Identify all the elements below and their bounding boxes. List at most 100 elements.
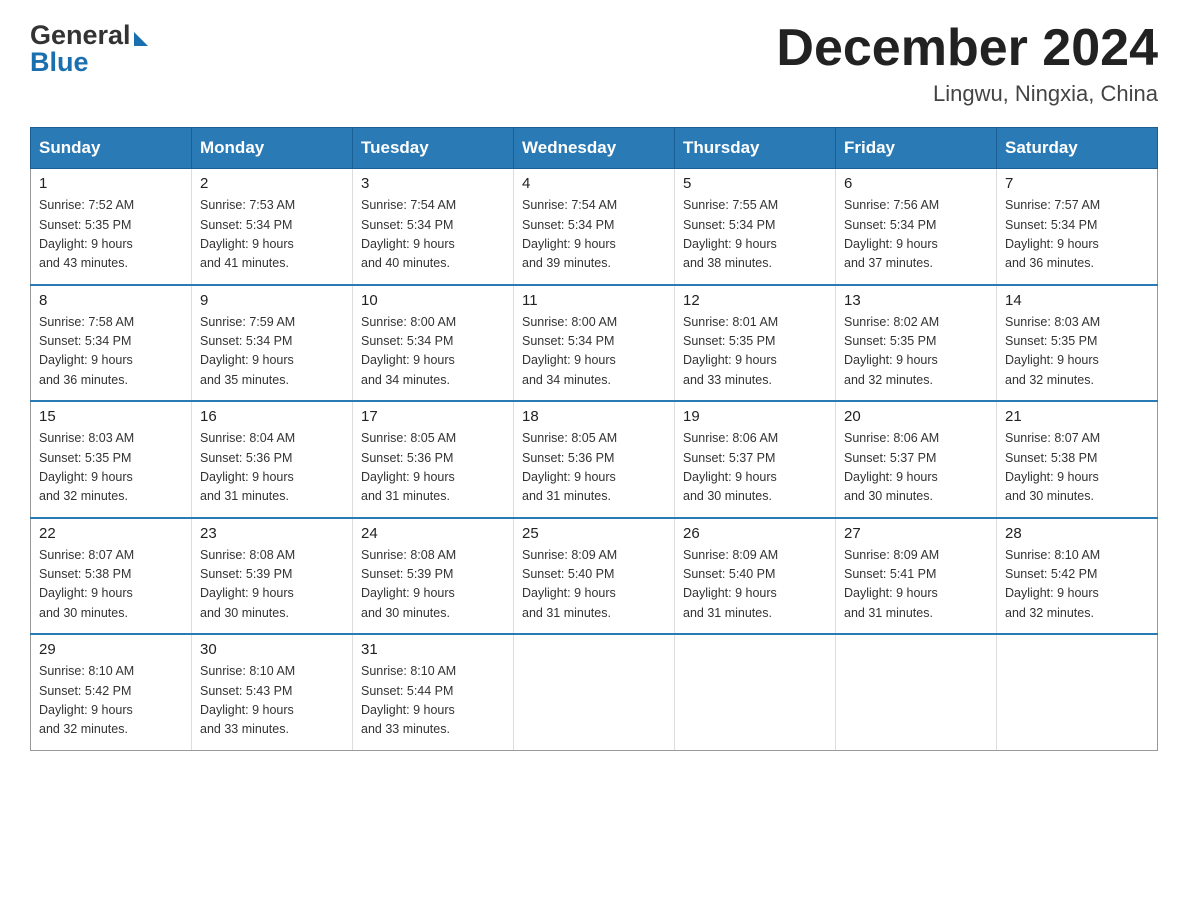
col-header-tuesday: Tuesday: [353, 128, 514, 169]
day-number: 9: [200, 292, 344, 309]
day-info: Sunrise: 8:10 AM Sunset: 5:42 PM Dayligh…: [39, 662, 183, 740]
calendar-cell: 10 Sunrise: 8:00 AM Sunset: 5:34 PM Dayl…: [353, 285, 514, 402]
day-number: 29: [39, 641, 183, 658]
title-block: December 2024 Lingwu, Ningxia, China: [776, 20, 1158, 107]
day-number: 10: [361, 292, 505, 309]
day-info: Sunrise: 7:53 AM Sunset: 5:34 PM Dayligh…: [200, 196, 344, 274]
day-info: Sunrise: 8:04 AM Sunset: 5:36 PM Dayligh…: [200, 429, 344, 507]
calendar-cell: [675, 634, 836, 750]
day-number: 15: [39, 408, 183, 425]
calendar-cell: 28 Sunrise: 8:10 AM Sunset: 5:42 PM Dayl…: [997, 518, 1158, 635]
day-info: Sunrise: 8:07 AM Sunset: 5:38 PM Dayligh…: [39, 546, 183, 624]
day-number: 5: [683, 175, 827, 192]
day-number: 16: [200, 408, 344, 425]
col-header-thursday: Thursday: [675, 128, 836, 169]
day-info: Sunrise: 8:05 AM Sunset: 5:36 PM Dayligh…: [361, 429, 505, 507]
day-info: Sunrise: 7:52 AM Sunset: 5:35 PM Dayligh…: [39, 196, 183, 274]
day-number: 18: [522, 408, 666, 425]
day-number: 28: [1005, 525, 1149, 542]
calendar-cell: 16 Sunrise: 8:04 AM Sunset: 5:36 PM Dayl…: [192, 401, 353, 518]
location-title: Lingwu, Ningxia, China: [776, 81, 1158, 107]
day-info: Sunrise: 8:07 AM Sunset: 5:38 PM Dayligh…: [1005, 429, 1149, 507]
day-info: Sunrise: 8:06 AM Sunset: 5:37 PM Dayligh…: [844, 429, 988, 507]
day-number: 14: [1005, 292, 1149, 309]
calendar-cell: 5 Sunrise: 7:55 AM Sunset: 5:34 PM Dayli…: [675, 169, 836, 285]
day-number: 27: [844, 525, 988, 542]
calendar-cell: [836, 634, 997, 750]
calendar-cell: 21 Sunrise: 8:07 AM Sunset: 5:38 PM Dayl…: [997, 401, 1158, 518]
calendar-week-row: 15 Sunrise: 8:03 AM Sunset: 5:35 PM Dayl…: [31, 401, 1158, 518]
calendar-cell: [514, 634, 675, 750]
day-number: 26: [683, 525, 827, 542]
day-info: Sunrise: 7:56 AM Sunset: 5:34 PM Dayligh…: [844, 196, 988, 274]
logo-triangle-icon: [134, 32, 148, 46]
day-info: Sunrise: 8:05 AM Sunset: 5:36 PM Dayligh…: [522, 429, 666, 507]
calendar-week-row: 1 Sunrise: 7:52 AM Sunset: 5:35 PM Dayli…: [31, 169, 1158, 285]
calendar-cell: [997, 634, 1158, 750]
day-info: Sunrise: 8:09 AM Sunset: 5:41 PM Dayligh…: [844, 546, 988, 624]
calendar-cell: 4 Sunrise: 7:54 AM Sunset: 5:34 PM Dayli…: [514, 169, 675, 285]
col-header-monday: Monday: [192, 128, 353, 169]
calendar-cell: 29 Sunrise: 8:10 AM Sunset: 5:42 PM Dayl…: [31, 634, 192, 750]
day-info: Sunrise: 8:08 AM Sunset: 5:39 PM Dayligh…: [361, 546, 505, 624]
calendar-cell: 6 Sunrise: 7:56 AM Sunset: 5:34 PM Dayli…: [836, 169, 997, 285]
day-info: Sunrise: 7:55 AM Sunset: 5:34 PM Dayligh…: [683, 196, 827, 274]
calendar-cell: 20 Sunrise: 8:06 AM Sunset: 5:37 PM Dayl…: [836, 401, 997, 518]
day-number: 8: [39, 292, 183, 309]
calendar-table: SundayMondayTuesdayWednesdayThursdayFrid…: [30, 127, 1158, 751]
day-number: 31: [361, 641, 505, 658]
calendar-cell: 8 Sunrise: 7:58 AM Sunset: 5:34 PM Dayli…: [31, 285, 192, 402]
day-number: 20: [844, 408, 988, 425]
calendar-cell: 1 Sunrise: 7:52 AM Sunset: 5:35 PM Dayli…: [31, 169, 192, 285]
day-info: Sunrise: 8:06 AM Sunset: 5:37 PM Dayligh…: [683, 429, 827, 507]
day-number: 21: [1005, 408, 1149, 425]
day-info: Sunrise: 7:59 AM Sunset: 5:34 PM Dayligh…: [200, 313, 344, 391]
calendar-cell: 23 Sunrise: 8:08 AM Sunset: 5:39 PM Dayl…: [192, 518, 353, 635]
calendar-cell: 2 Sunrise: 7:53 AM Sunset: 5:34 PM Dayli…: [192, 169, 353, 285]
day-info: Sunrise: 8:09 AM Sunset: 5:40 PM Dayligh…: [683, 546, 827, 624]
day-info: Sunrise: 7:54 AM Sunset: 5:34 PM Dayligh…: [522, 196, 666, 274]
col-header-sunday: Sunday: [31, 128, 192, 169]
day-number: 2: [200, 175, 344, 192]
day-number: 19: [683, 408, 827, 425]
calendar-header-row: SundayMondayTuesdayWednesdayThursdayFrid…: [31, 128, 1158, 169]
month-title: December 2024: [776, 20, 1158, 77]
calendar-cell: 7 Sunrise: 7:57 AM Sunset: 5:34 PM Dayli…: [997, 169, 1158, 285]
day-number: 11: [522, 292, 666, 309]
day-info: Sunrise: 8:10 AM Sunset: 5:43 PM Dayligh…: [200, 662, 344, 740]
calendar-cell: 13 Sunrise: 8:02 AM Sunset: 5:35 PM Dayl…: [836, 285, 997, 402]
col-header-saturday: Saturday: [997, 128, 1158, 169]
day-info: Sunrise: 8:02 AM Sunset: 5:35 PM Dayligh…: [844, 313, 988, 391]
calendar-cell: 26 Sunrise: 8:09 AM Sunset: 5:40 PM Dayl…: [675, 518, 836, 635]
calendar-cell: 15 Sunrise: 8:03 AM Sunset: 5:35 PM Dayl…: [31, 401, 192, 518]
calendar-cell: 12 Sunrise: 8:01 AM Sunset: 5:35 PM Dayl…: [675, 285, 836, 402]
day-number: 13: [844, 292, 988, 309]
day-info: Sunrise: 8:03 AM Sunset: 5:35 PM Dayligh…: [39, 429, 183, 507]
calendar-cell: 22 Sunrise: 8:07 AM Sunset: 5:38 PM Dayl…: [31, 518, 192, 635]
day-number: 3: [361, 175, 505, 192]
day-number: 1: [39, 175, 183, 192]
calendar-cell: 24 Sunrise: 8:08 AM Sunset: 5:39 PM Dayl…: [353, 518, 514, 635]
day-info: Sunrise: 8:00 AM Sunset: 5:34 PM Dayligh…: [361, 313, 505, 391]
day-number: 30: [200, 641, 344, 658]
day-info: Sunrise: 8:03 AM Sunset: 5:35 PM Dayligh…: [1005, 313, 1149, 391]
calendar-cell: 17 Sunrise: 8:05 AM Sunset: 5:36 PM Dayl…: [353, 401, 514, 518]
calendar-cell: 18 Sunrise: 8:05 AM Sunset: 5:36 PM Dayl…: [514, 401, 675, 518]
day-info: Sunrise: 7:58 AM Sunset: 5:34 PM Dayligh…: [39, 313, 183, 391]
day-info: Sunrise: 8:10 AM Sunset: 5:42 PM Dayligh…: [1005, 546, 1149, 624]
calendar-cell: 14 Sunrise: 8:03 AM Sunset: 5:35 PM Dayl…: [997, 285, 1158, 402]
calendar-cell: 9 Sunrise: 7:59 AM Sunset: 5:34 PM Dayli…: [192, 285, 353, 402]
calendar-cell: 30 Sunrise: 8:10 AM Sunset: 5:43 PM Dayl…: [192, 634, 353, 750]
calendar-week-row: 8 Sunrise: 7:58 AM Sunset: 5:34 PM Dayli…: [31, 285, 1158, 402]
day-info: Sunrise: 8:08 AM Sunset: 5:39 PM Dayligh…: [200, 546, 344, 624]
calendar-week-row: 29 Sunrise: 8:10 AM Sunset: 5:42 PM Dayl…: [31, 634, 1158, 750]
day-number: 4: [522, 175, 666, 192]
day-number: 17: [361, 408, 505, 425]
calendar-cell: 31 Sunrise: 8:10 AM Sunset: 5:44 PM Dayl…: [353, 634, 514, 750]
page-header: General Blue December 2024 Lingwu, Ningx…: [30, 20, 1158, 107]
col-header-friday: Friday: [836, 128, 997, 169]
day-info: Sunrise: 7:57 AM Sunset: 5:34 PM Dayligh…: [1005, 196, 1149, 274]
day-number: 7: [1005, 175, 1149, 192]
day-info: Sunrise: 8:00 AM Sunset: 5:34 PM Dayligh…: [522, 313, 666, 391]
calendar-cell: 19 Sunrise: 8:06 AM Sunset: 5:37 PM Dayl…: [675, 401, 836, 518]
